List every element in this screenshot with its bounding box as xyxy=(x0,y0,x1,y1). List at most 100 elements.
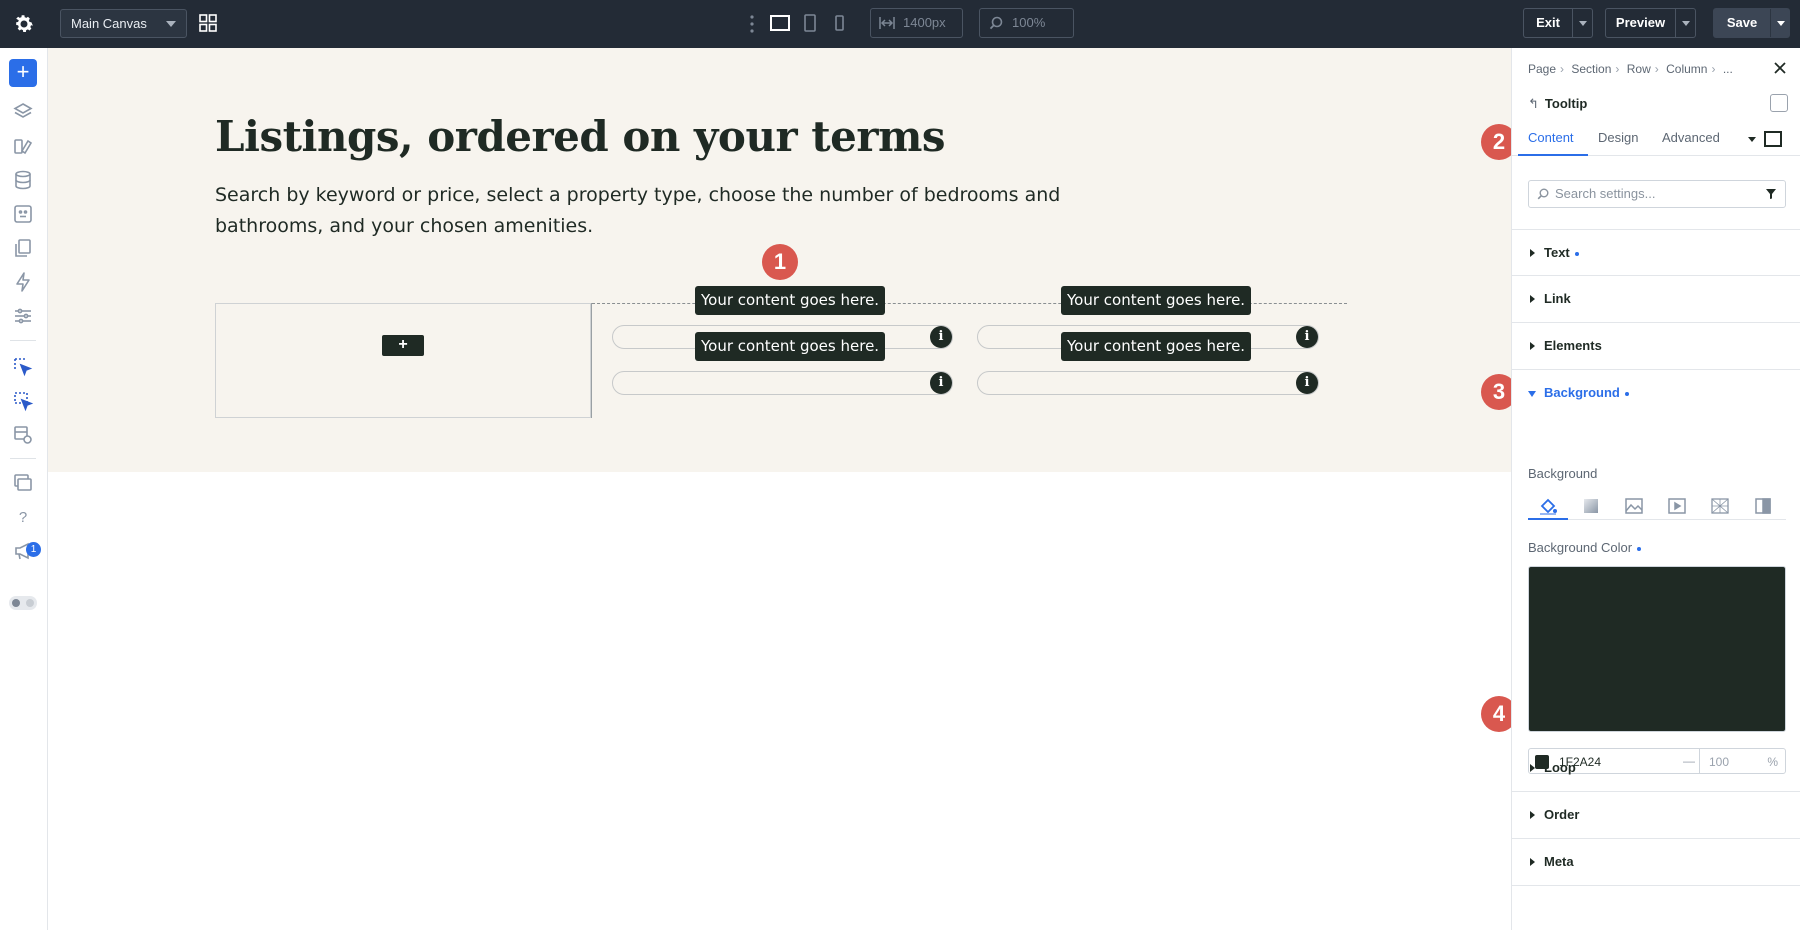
tablet-view-icon[interactable] xyxy=(799,13,821,33)
module-settings-icon[interactable] xyxy=(12,424,34,446)
presets-icon[interactable] xyxy=(12,203,34,225)
chevron-down-icon[interactable] xyxy=(1579,21,1587,26)
chevron-down-icon[interactable] xyxy=(1748,137,1756,142)
button-separator xyxy=(1572,9,1573,37)
callout-number: 4 xyxy=(1481,696,1511,732)
intro-text[interactable]: Search by keyword or price, select a pro… xyxy=(215,180,1075,242)
chevron-right-icon: › xyxy=(1654,62,1659,76)
modified-dot xyxy=(1624,391,1629,396)
group-text[interactable]: Text xyxy=(1512,229,1800,276)
canvas-select-value: Main Canvas xyxy=(71,16,147,31)
chevron-right-icon: › xyxy=(1711,62,1716,76)
video-icon[interactable] xyxy=(1667,497,1687,515)
settings-search-input[interactable]: Search settings... xyxy=(1528,180,1786,208)
design-library-icon[interactable] xyxy=(12,135,34,157)
mask-icon[interactable] xyxy=(1753,497,1773,515)
sliders-icon[interactable] xyxy=(12,305,34,327)
group-background[interactable]: Background xyxy=(1512,370,1800,417)
grid-view-icon[interactable] xyxy=(198,13,218,33)
theme-toggle[interactable] xyxy=(9,596,37,610)
tooltip-bubble: Your content goes here. xyxy=(695,332,886,361)
breadcrumb-item[interactable]: ... xyxy=(1723,62,1733,76)
group-meta[interactable]: Meta xyxy=(1512,839,1800,886)
phone-view-icon[interactable] xyxy=(828,13,850,33)
toggle-knob xyxy=(12,599,20,607)
callout-number: 3 xyxy=(1481,374,1511,410)
group-label: Elements xyxy=(1544,338,1602,353)
expand-panel-icon[interactable] xyxy=(1764,131,1782,147)
tab-advanced[interactable]: Advanced xyxy=(1662,130,1720,145)
column-divider xyxy=(591,303,592,418)
breadcrumb-item[interactable]: Row xyxy=(1627,62,1651,76)
page-heading[interactable]: Listings, ordered on your terms xyxy=(215,112,946,161)
save-button-label: Save xyxy=(1726,15,1758,30)
module-title: ↰ Tooltip xyxy=(1528,96,1587,112)
tab-content[interactable]: Content xyxy=(1528,130,1574,145)
exit-button-label: Exit xyxy=(1536,15,1560,30)
desktop-view-icon[interactable] xyxy=(769,13,791,33)
toolbar-divider xyxy=(10,340,36,341)
tooltip-trigger[interactable]: i xyxy=(977,371,1319,395)
layout-toggle-icon[interactable] xyxy=(1770,94,1788,112)
zoom-field[interactable]: 100% xyxy=(979,8,1074,38)
info-icon[interactable]: i xyxy=(1296,372,1318,394)
chevron-down-icon[interactable] xyxy=(1777,21,1785,26)
canvas-select[interactable]: Main Canvas xyxy=(60,9,187,38)
search-icon xyxy=(1537,188,1549,200)
group-elements[interactable]: Elements xyxy=(1512,323,1800,370)
callout-number: 2 xyxy=(1481,124,1511,160)
add-module-button[interactable]: + xyxy=(382,335,424,356)
group-link[interactable]: Link xyxy=(1512,276,1800,323)
breadcrumb-item[interactable]: Column xyxy=(1666,62,1707,76)
windows-icon[interactable] xyxy=(12,472,34,494)
section[interactable]: Listings, ordered on your terms Search b… xyxy=(48,48,1511,472)
select-tool-icon[interactable] xyxy=(12,356,34,378)
group-loop[interactable]: Loop xyxy=(1512,745,1800,792)
caret-right-icon xyxy=(1530,858,1535,866)
breadcrumb-item[interactable]: Section xyxy=(1571,62,1611,76)
info-icon[interactable]: i xyxy=(930,372,952,394)
tab-design[interactable]: Design xyxy=(1598,130,1638,145)
back-arrow-icon[interactable]: ↰ xyxy=(1528,96,1539,111)
preview-button[interactable]: Preview xyxy=(1605,8,1696,38)
multi-select-icon[interactable] xyxy=(12,390,34,412)
group-label: Text xyxy=(1544,245,1579,260)
image-icon[interactable] xyxy=(1624,497,1644,515)
color-fill-icon[interactable] xyxy=(1538,497,1558,515)
lightning-icon[interactable] xyxy=(12,271,34,293)
info-icon[interactable]: i xyxy=(930,326,952,348)
background-color-label-text: Background Color xyxy=(1528,540,1633,555)
save-button[interactable]: Save xyxy=(1713,8,1790,38)
exit-button[interactable]: Exit xyxy=(1523,8,1593,38)
color-swatch-preview[interactable] xyxy=(1528,566,1786,732)
info-icon[interactable]: i xyxy=(1296,326,1318,348)
tooltip-trigger[interactable]: i xyxy=(612,371,953,395)
filter-icon[interactable] xyxy=(1765,188,1777,200)
plus-icon: + xyxy=(16,59,30,84)
empty-column[interactable]: + xyxy=(215,303,591,418)
chevron-down-icon[interactable] xyxy=(1682,21,1690,26)
caret-right-icon xyxy=(1530,249,1535,257)
gear-icon[interactable] xyxy=(12,12,36,36)
notification-badge: 1 xyxy=(26,542,41,557)
preview-button-label: Preview xyxy=(1615,15,1666,30)
top-toolbar: Main Canvas 1400px 100% Exit Preview Sav… xyxy=(0,0,1800,48)
zoom-value: 100% xyxy=(1012,15,1046,30)
canvas-width-field[interactable]: 1400px xyxy=(870,8,963,38)
pages-icon[interactable] xyxy=(12,237,34,259)
close-icon[interactable] xyxy=(1772,60,1788,76)
help-icon[interactable]: ? xyxy=(12,506,34,528)
callout-number: 1 xyxy=(762,244,798,280)
layers-icon[interactable] xyxy=(12,101,34,123)
breadcrumb: Page › Section › Row › Column › ... xyxy=(1528,62,1737,76)
gradient-icon[interactable] xyxy=(1581,497,1601,515)
modified-dot xyxy=(1574,251,1579,256)
group-order[interactable]: Order xyxy=(1512,792,1800,839)
add-module-button[interactable]: + xyxy=(9,59,37,87)
more-vertical-icon[interactable] xyxy=(749,14,755,34)
group-label: Background xyxy=(1544,385,1629,400)
pattern-icon[interactable] xyxy=(1710,497,1730,515)
database-icon[interactable] xyxy=(12,169,34,191)
breadcrumb-item[interactable]: Page xyxy=(1528,62,1556,76)
group-label: Order xyxy=(1544,807,1580,822)
